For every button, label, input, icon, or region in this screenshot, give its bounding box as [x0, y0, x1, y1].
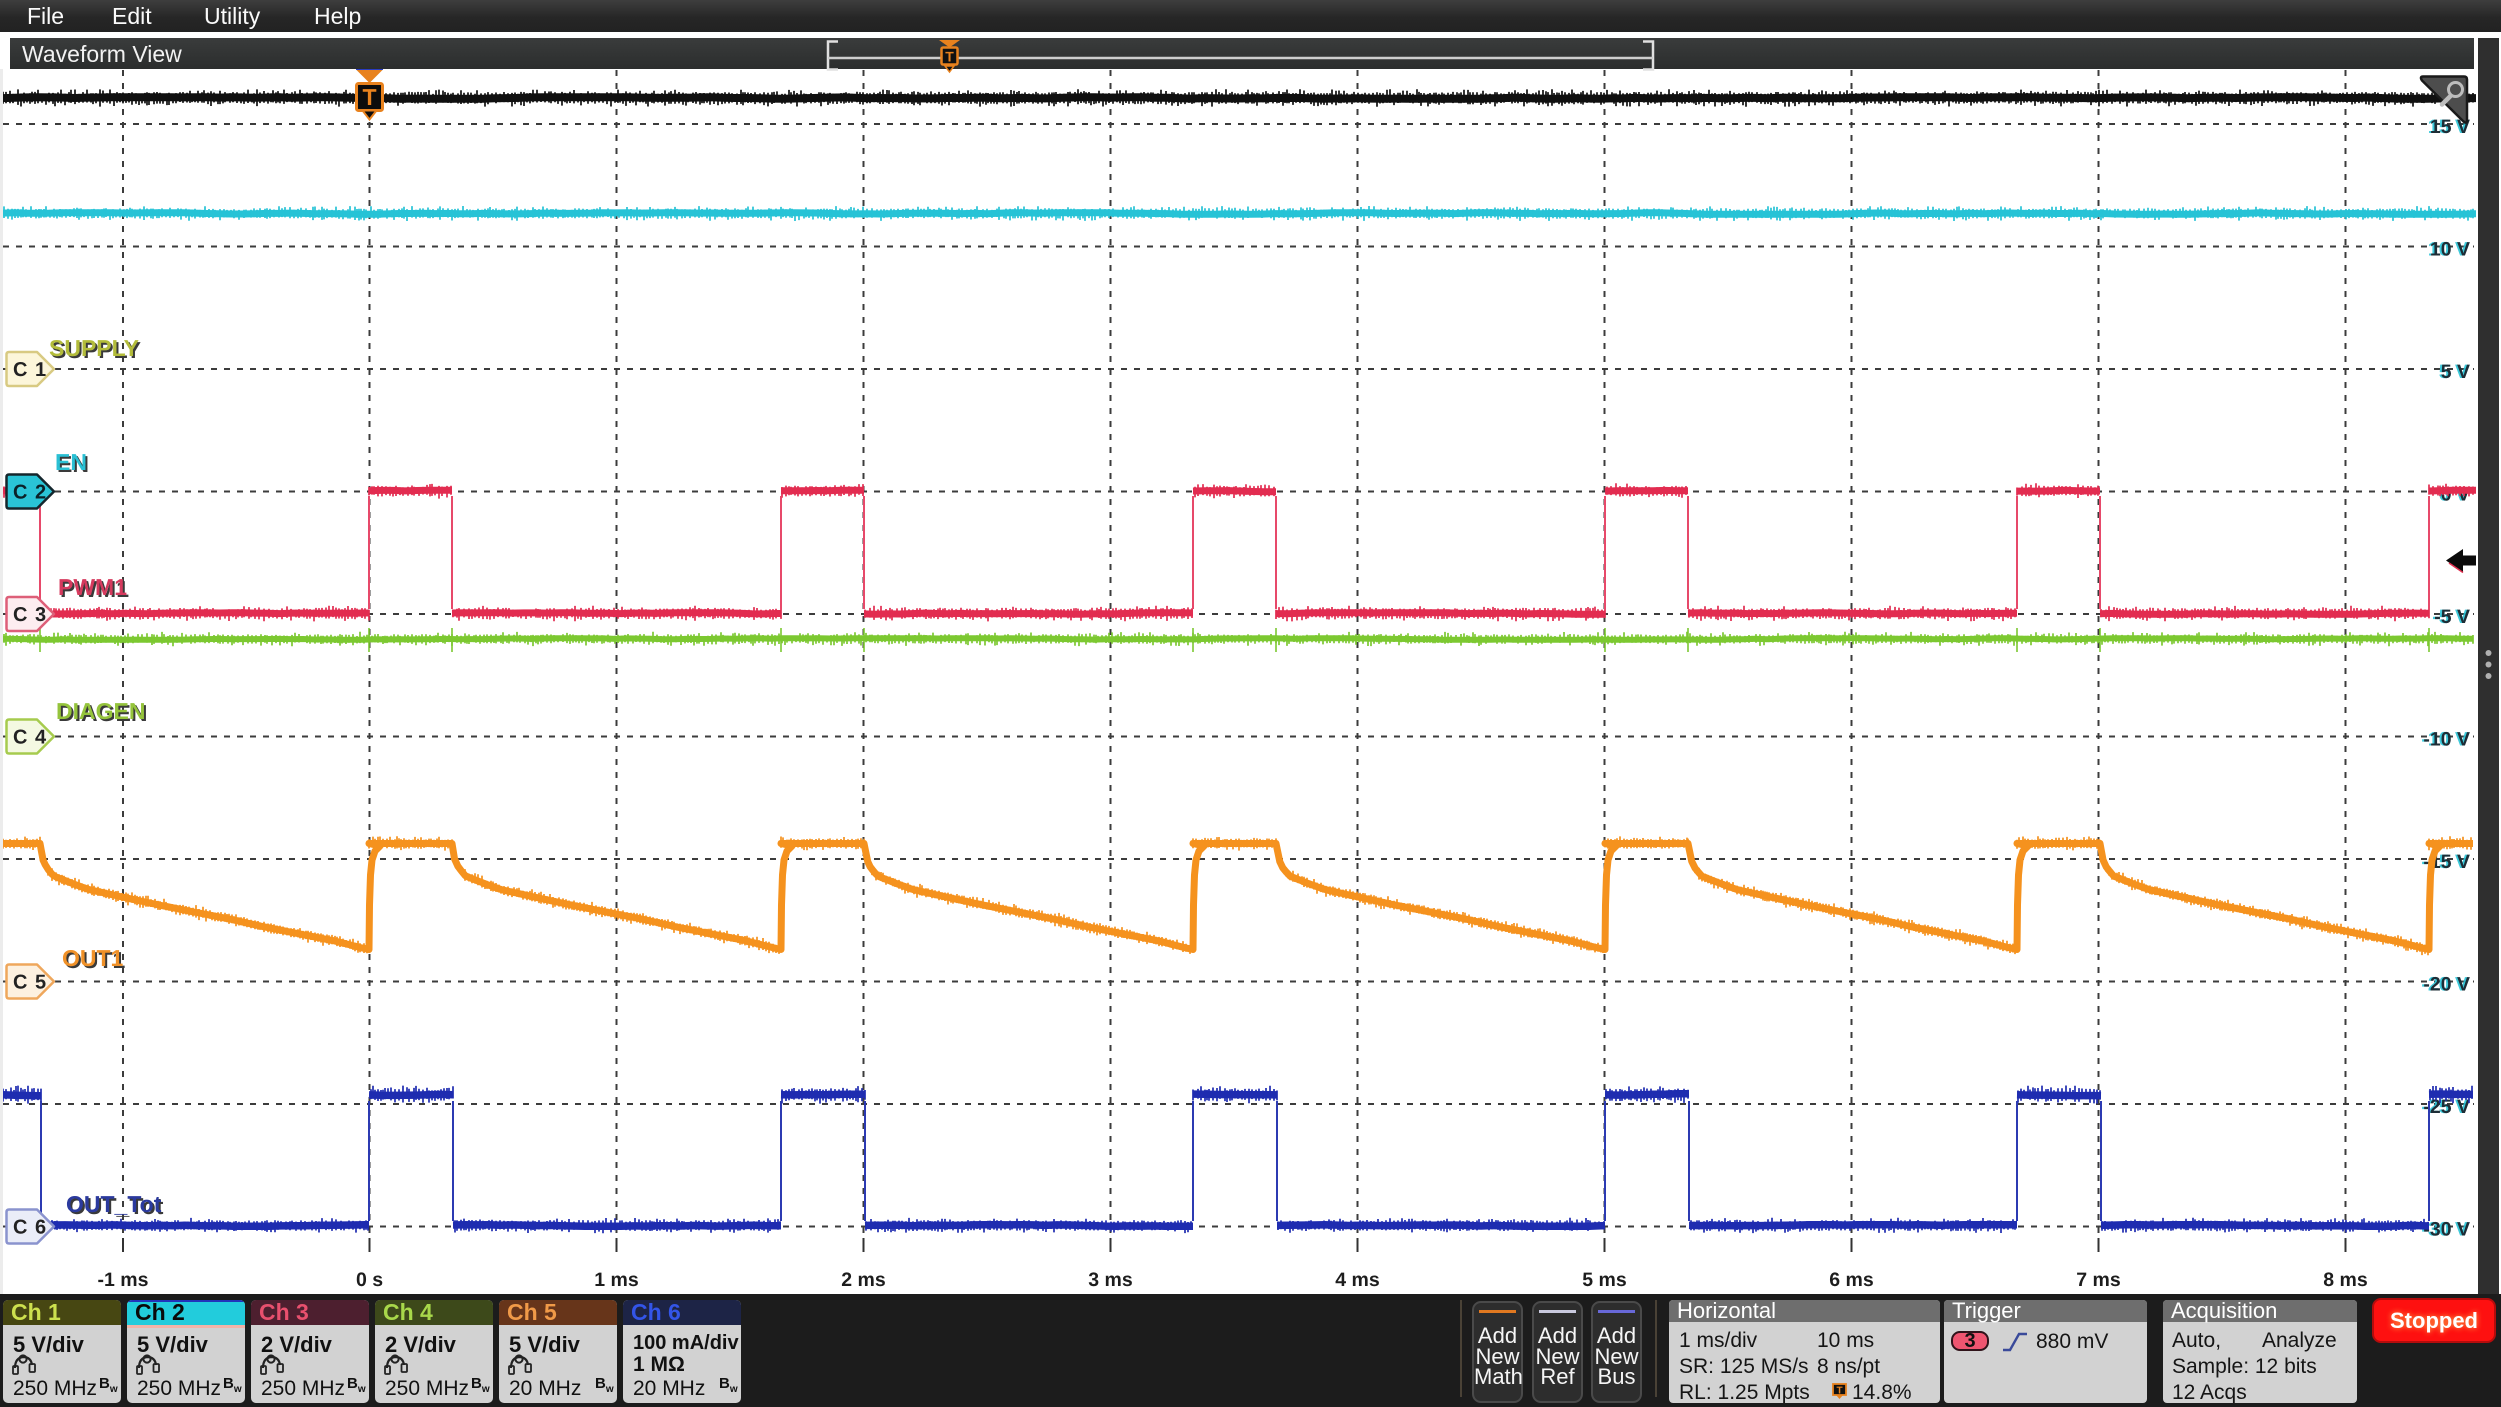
svg-text:4 ms: 4 ms — [1335, 1269, 1380, 1291]
svg-text:-20 V: -20 V — [2423, 974, 2470, 996]
svg-text:-1 ms: -1 ms — [98, 1269, 149, 1291]
svg-text:C 6: C 6 — [13, 1217, 47, 1239]
svg-text:10 V: 10 V — [2430, 239, 2470, 261]
svg-text:7 ms: 7 ms — [2076, 1269, 2121, 1291]
svg-text:T: T — [362, 84, 376, 110]
svg-text:1 ms: 1 ms — [594, 1269, 639, 1291]
svg-text:5 ms: 5 ms — [1582, 1269, 1627, 1291]
svg-text:-10 V: -10 V — [2423, 729, 2470, 751]
svg-text:-5 V: -5 V — [2434, 606, 2470, 628]
svg-text:-30 V: -30 V — [2423, 1219, 2470, 1241]
svg-text:6 ms: 6 ms — [1829, 1269, 1874, 1291]
svg-text:T: T — [945, 49, 954, 65]
svg-text:2 ms: 2 ms — [841, 1269, 886, 1291]
svg-text:SUPPLY: SUPPLY — [49, 335, 139, 361]
svg-text:3 ms: 3 ms — [1088, 1269, 1133, 1291]
svg-text:8 ms: 8 ms — [2323, 1269, 2368, 1291]
svg-text:EN: EN — [55, 449, 87, 475]
svg-text:C 3: C 3 — [13, 604, 47, 626]
svg-text:5 V: 5 V — [2441, 361, 2470, 383]
svg-text:OUT_Tot: OUT_Tot — [66, 1191, 162, 1217]
svg-text:DIAGEN: DIAGEN — [56, 698, 145, 724]
svg-text:C 5: C 5 — [13, 972, 47, 994]
svg-text:C 1: C 1 — [13, 359, 47, 381]
svg-text:0 s: 0 s — [356, 1269, 383, 1291]
svg-text:C 4: C 4 — [13, 727, 47, 749]
svg-text:OUT1: OUT1 — [62, 945, 124, 971]
svg-text:PWM1: PWM1 — [58, 574, 127, 600]
svg-text:C 2: C 2 — [13, 482, 47, 504]
svg-text:T: T — [1836, 1386, 1842, 1397]
